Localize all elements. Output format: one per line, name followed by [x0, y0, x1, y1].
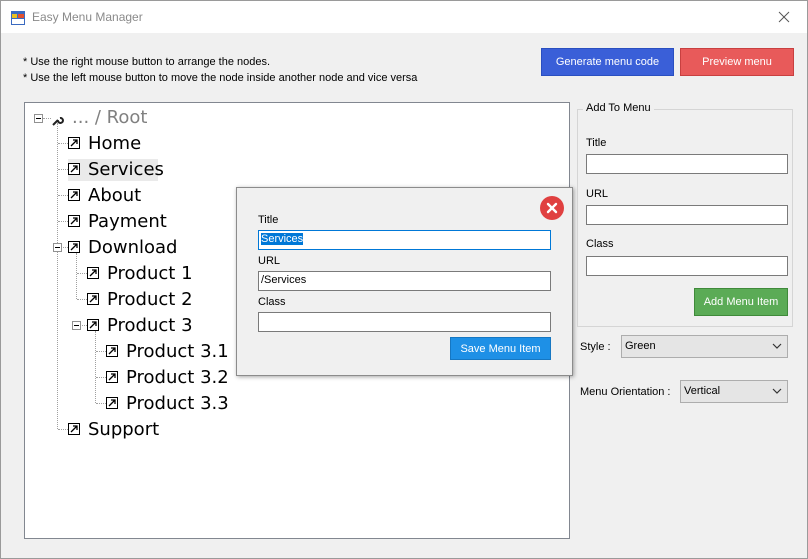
tree-node-services[interactable]: Services	[68, 159, 164, 181]
menu-orientation-select[interactable]: Vertical	[680, 380, 788, 403]
window-title: Easy Menu Manager	[32, 10, 143, 24]
tree-connector	[58, 169, 68, 170]
tree-node-label: Product 3.2	[126, 367, 229, 388]
close-window-button[interactable]	[761, 1, 807, 33]
add-class-input[interactable]	[586, 256, 788, 276]
tree-node-label: Product 2	[107, 289, 193, 310]
title-bar: Easy Menu Manager	[1, 1, 807, 33]
instruction-left-mouse: * Use the left mouse button to move the …	[23, 72, 418, 84]
save-menu-item-button[interactable]: Save Menu Item	[450, 337, 551, 360]
tree-connector	[76, 253, 77, 299]
tree-connector	[96, 351, 106, 352]
tree-connector	[58, 221, 68, 222]
tree-node-label: About	[88, 185, 142, 206]
tree-node-label: Download	[88, 237, 178, 258]
add-url-label: URL	[586, 188, 609, 200]
tree-connector	[96, 403, 106, 404]
link-node-icon	[68, 423, 80, 435]
chevron-down-icon	[772, 386, 782, 399]
close-icon	[546, 202, 558, 214]
collapse-root-toggle[interactable]	[34, 114, 43, 123]
add-menu-item-button[interactable]: Add Menu Item	[694, 288, 788, 316]
tree-node-label: Product 1	[107, 263, 193, 284]
link-node-icon	[87, 293, 99, 305]
tree-node-label: Product 3.3	[126, 393, 229, 414]
link-node-icon	[68, 137, 80, 149]
add-url-input[interactable]	[586, 205, 788, 225]
style-select[interactable]: Green	[621, 335, 788, 358]
app-window: Easy Menu Manager * Use the right mouse …	[0, 0, 808, 559]
link-node-icon	[68, 215, 80, 227]
add-title-input[interactable]	[586, 154, 788, 174]
tree-node-label: Home	[88, 133, 142, 154]
tree-connector	[77, 299, 87, 300]
tree-connector	[58, 195, 68, 196]
style-label: Style :	[580, 341, 611, 353]
collapse-product3-toggle[interactable]	[72, 321, 81, 330]
dialog-close-button[interactable]	[540, 196, 564, 220]
style-select-value: Green	[625, 340, 656, 352]
link-node-icon	[68, 189, 80, 201]
add-class-label: Class	[586, 238, 614, 250]
tree-connector	[77, 273, 87, 274]
tree-root-label: ... / Root	[72, 107, 148, 128]
dialog-title-value: Services	[261, 233, 304, 245]
dialog-url-input[interactable]: /Services	[258, 271, 551, 291]
tree-node-label: Product 3.1	[126, 341, 229, 362]
dialog-class-label: Class	[258, 296, 286, 308]
link-node-icon	[68, 241, 80, 253]
preview-menu-button[interactable]: Preview menu	[680, 48, 794, 76]
add-title-label: Title	[586, 137, 607, 149]
dialog-url-label: URL	[258, 255, 281, 267]
dialog-class-input[interactable]	[258, 312, 551, 332]
tree-node-label: Support	[88, 419, 160, 440]
link-node-icon	[106, 345, 118, 357]
menu-orientation-value: Vertical	[684, 385, 721, 397]
tree-connector	[58, 143, 68, 144]
edit-menu-item-dialog: Title Services URL /Services Class Save …	[236, 187, 573, 376]
tree-connector	[95, 331, 96, 403]
chevron-down-icon	[772, 341, 782, 354]
collapse-download-toggle[interactable]	[53, 243, 62, 252]
link-node-icon	[87, 267, 99, 279]
tree-node-label: Product 3	[107, 315, 193, 336]
tree-connector	[43, 118, 51, 119]
link-node-icon	[106, 371, 118, 383]
tree-connector	[58, 429, 68, 430]
dialog-title-input[interactable]: Services	[258, 230, 551, 250]
instruction-right-mouse: * Use the right mouse button to arrange …	[23, 56, 271, 68]
link-node-icon	[106, 397, 118, 409]
tree-node-label: Payment	[88, 211, 167, 232]
link-node-icon	[87, 319, 99, 331]
generate-menu-code-button[interactable]: Generate menu code	[541, 48, 674, 76]
link-node-icon	[68, 163, 80, 175]
add-to-menu-legend: Add To Menu	[583, 102, 654, 114]
close-icon	[778, 11, 790, 23]
app-icon	[11, 10, 25, 25]
dialog-title-label: Title	[258, 214, 279, 226]
menu-orientation-label: Menu Orientation :	[580, 386, 671, 398]
wrench-icon	[52, 111, 64, 132]
tree-connector	[96, 377, 106, 378]
tree-node-label: Services	[88, 159, 164, 180]
